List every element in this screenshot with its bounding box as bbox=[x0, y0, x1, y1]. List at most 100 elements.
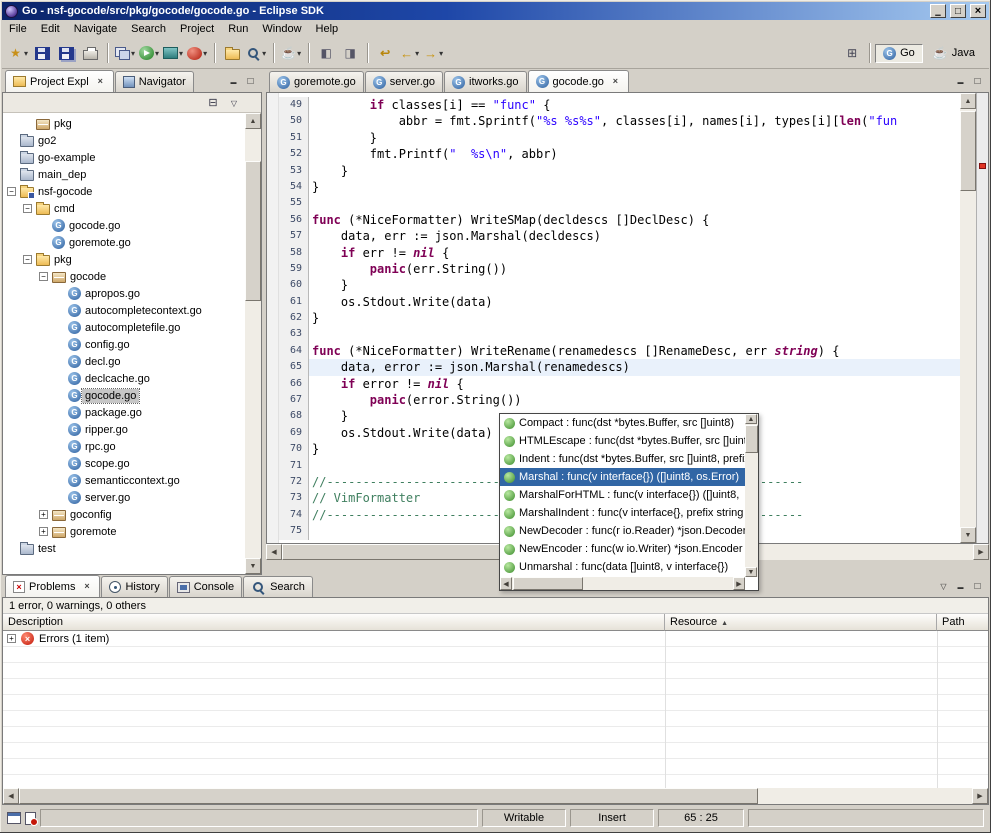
scroll-down-button[interactable] bbox=[245, 558, 261, 574]
coverage-button[interactable] bbox=[161, 41, 185, 65]
tree-item-gocode[interactable]: gocode bbox=[3, 268, 245, 285]
problems-row[interactable]: Errors (1 item) bbox=[3, 631, 988, 647]
maximize-view-button[interactable] bbox=[969, 579, 986, 594]
error-marker[interactable] bbox=[979, 163, 986, 169]
view-tab-history[interactable]: History bbox=[101, 576, 167, 597]
scroll-up-button[interactable] bbox=[745, 414, 757, 424]
debug-button[interactable] bbox=[113, 41, 137, 65]
tree-item-gocode-go[interactable]: gocode.go bbox=[3, 217, 245, 234]
menu-search[interactable]: Search bbox=[124, 21, 173, 37]
tree-item-semanticcontext-go[interactable]: semanticcontext.go bbox=[3, 472, 245, 489]
autocomplete-item[interactable]: NewDecoder : func(r io.Reader) *json.Dec… bbox=[500, 522, 745, 540]
editor-tab-itworks-go[interactable]: itworks.go bbox=[444, 71, 527, 92]
close-icon[interactable] bbox=[95, 76, 106, 87]
new-button[interactable] bbox=[6, 41, 30, 65]
forward-button[interactable] bbox=[421, 41, 445, 65]
autocomplete-item[interactable]: Marshal : func(v interface{}) ([]uint8, … bbox=[500, 468, 745, 486]
tree-item-goconfig[interactable]: goconfig bbox=[3, 506, 245, 523]
tree-item-autocompletecontext-go[interactable]: autocompletecontext.go bbox=[3, 302, 245, 319]
expander-icon[interactable] bbox=[7, 634, 16, 643]
minimize-button[interactable] bbox=[930, 4, 946, 18]
scroll-thumb[interactable] bbox=[513, 577, 583, 590]
tree-item-gocode-go[interactable]: gocode.go bbox=[3, 387, 245, 404]
tree-item-config-go[interactable]: config.go bbox=[3, 336, 245, 353]
tree-item-decl-go[interactable]: decl.go bbox=[3, 353, 245, 370]
popup-vertical-scrollbar[interactable] bbox=[745, 414, 758, 577]
expander-icon[interactable] bbox=[39, 527, 48, 536]
tree-item-goremote[interactable]: goremote bbox=[3, 523, 245, 540]
tree-item-go-example[interactable]: go-example bbox=[3, 149, 245, 166]
scroll-right-button[interactable] bbox=[972, 788, 988, 804]
tree-item-scope-go[interactable]: scope.go bbox=[3, 455, 245, 472]
tree-item-autocompletefile-go[interactable]: autocompletefile.go bbox=[3, 319, 245, 336]
titlebar[interactable]: Go - nsf-gocode/src/pkg/gocode/gocode.go… bbox=[2, 2, 989, 20]
save-button[interactable] bbox=[30, 41, 54, 65]
tree-item-pkg[interactable]: pkg bbox=[3, 251, 245, 268]
autocomplete-item[interactable]: MarshalForHTML : func(v interface{}) ([]… bbox=[500, 486, 745, 504]
collapse-all-button[interactable] bbox=[204, 95, 222, 111]
open-resource-button[interactable] bbox=[338, 41, 362, 65]
maximize-editor-button[interactable] bbox=[969, 74, 986, 89]
autocomplete-item[interactable]: Unmarshal : func(data []uint8, v interfa… bbox=[500, 558, 745, 576]
autocomplete-item[interactable]: MarshalIndent : func(v interface{}, pref… bbox=[500, 504, 745, 522]
expander-icon[interactable] bbox=[23, 204, 32, 213]
view-tab-console[interactable]: Console bbox=[169, 576, 242, 597]
column-resource[interactable]: Resource bbox=[665, 614, 937, 631]
run-button[interactable] bbox=[137, 41, 161, 65]
tree-item-declcache-go[interactable]: declcache.go bbox=[3, 370, 245, 387]
autocomplete-item[interactable]: Indent : func(dst *bytes.Buffer, src []u… bbox=[500, 450, 745, 468]
tree-item-nsf-gocode[interactable]: nsf-gocode bbox=[3, 183, 245, 200]
open-perspective-button[interactable] bbox=[840, 41, 864, 65]
open-type-button[interactable] bbox=[314, 41, 338, 65]
close-button[interactable] bbox=[970, 4, 986, 18]
tree-item-go2[interactable]: go2 bbox=[3, 132, 245, 149]
expander-icon[interactable] bbox=[7, 187, 16, 196]
menu-file[interactable]: File bbox=[2, 21, 34, 37]
expander-icon[interactable] bbox=[39, 510, 48, 519]
tree-item-pkg[interactable]: pkg bbox=[3, 115, 245, 132]
scroll-thumb[interactable] bbox=[19, 788, 758, 804]
view-tab-search[interactable]: Search bbox=[243, 576, 313, 597]
problems-horizontal-scrollbar[interactable] bbox=[3, 788, 988, 804]
scroll-right-button[interactable] bbox=[733, 577, 745, 590]
autocomplete-item[interactable]: NewEncoder : func(w io.Writer) *json.Enc… bbox=[500, 540, 745, 558]
menu-edit[interactable]: Edit bbox=[34, 21, 67, 37]
back-button[interactable] bbox=[397, 41, 421, 65]
autocomplete-item[interactable]: HTMLEscape : func(dst *bytes.Buffer, src… bbox=[500, 432, 745, 450]
tree-item-rpc-go[interactable]: rpc.go bbox=[3, 438, 245, 455]
editor-tab-goremote-go[interactable]: goremote.go bbox=[269, 71, 364, 92]
view-tab-project-expl[interactable]: Project Expl bbox=[5, 70, 114, 92]
minimize-view-button[interactable] bbox=[225, 74, 242, 89]
last-edit-button[interactable] bbox=[373, 41, 397, 65]
scroll-left-button[interactable] bbox=[500, 577, 512, 590]
editor-tab-gocode-go[interactable]: gocode.go bbox=[528, 70, 629, 92]
popup-horizontal-scrollbar[interactable] bbox=[500, 577, 745, 590]
print-button[interactable] bbox=[78, 41, 102, 65]
search-button[interactable] bbox=[244, 41, 268, 65]
tree-item-apropos-go[interactable]: apropos.go bbox=[3, 285, 245, 302]
expander-icon[interactable] bbox=[23, 255, 32, 264]
scroll-down-button[interactable] bbox=[745, 567, 757, 577]
editor-vertical-scrollbar[interactable] bbox=[960, 93, 976, 543]
new-java-button[interactable] bbox=[279, 41, 303, 65]
close-icon[interactable] bbox=[81, 581, 92, 592]
scroll-thumb[interactable] bbox=[745, 425, 758, 453]
tree-item-server-go[interactable]: server.go bbox=[3, 489, 245, 506]
fast-view-icon[interactable] bbox=[7, 812, 21, 824]
maximize-button[interactable] bbox=[950, 4, 966, 18]
error-log-icon[interactable] bbox=[25, 812, 36, 825]
scroll-thumb[interactable] bbox=[960, 111, 976, 191]
tree-item-ripper-go[interactable]: ripper.go bbox=[3, 421, 245, 438]
close-icon[interactable] bbox=[610, 76, 621, 87]
tree-item-package-go[interactable]: package.go bbox=[3, 404, 245, 421]
expander-icon[interactable] bbox=[39, 272, 48, 281]
tree-item-cmd[interactable]: cmd bbox=[3, 200, 245, 217]
view-menu-button[interactable] bbox=[225, 95, 243, 111]
scroll-up-button[interactable] bbox=[245, 113, 261, 129]
scroll-left-button[interactable] bbox=[266, 544, 282, 560]
menu-window[interactable]: Window bbox=[255, 21, 308, 37]
scroll-left-button[interactable] bbox=[3, 788, 19, 804]
scroll-right-button[interactable] bbox=[973, 544, 989, 560]
scroll-thumb[interactable] bbox=[245, 161, 261, 301]
perspective-go[interactable]: Go bbox=[875, 44, 923, 63]
